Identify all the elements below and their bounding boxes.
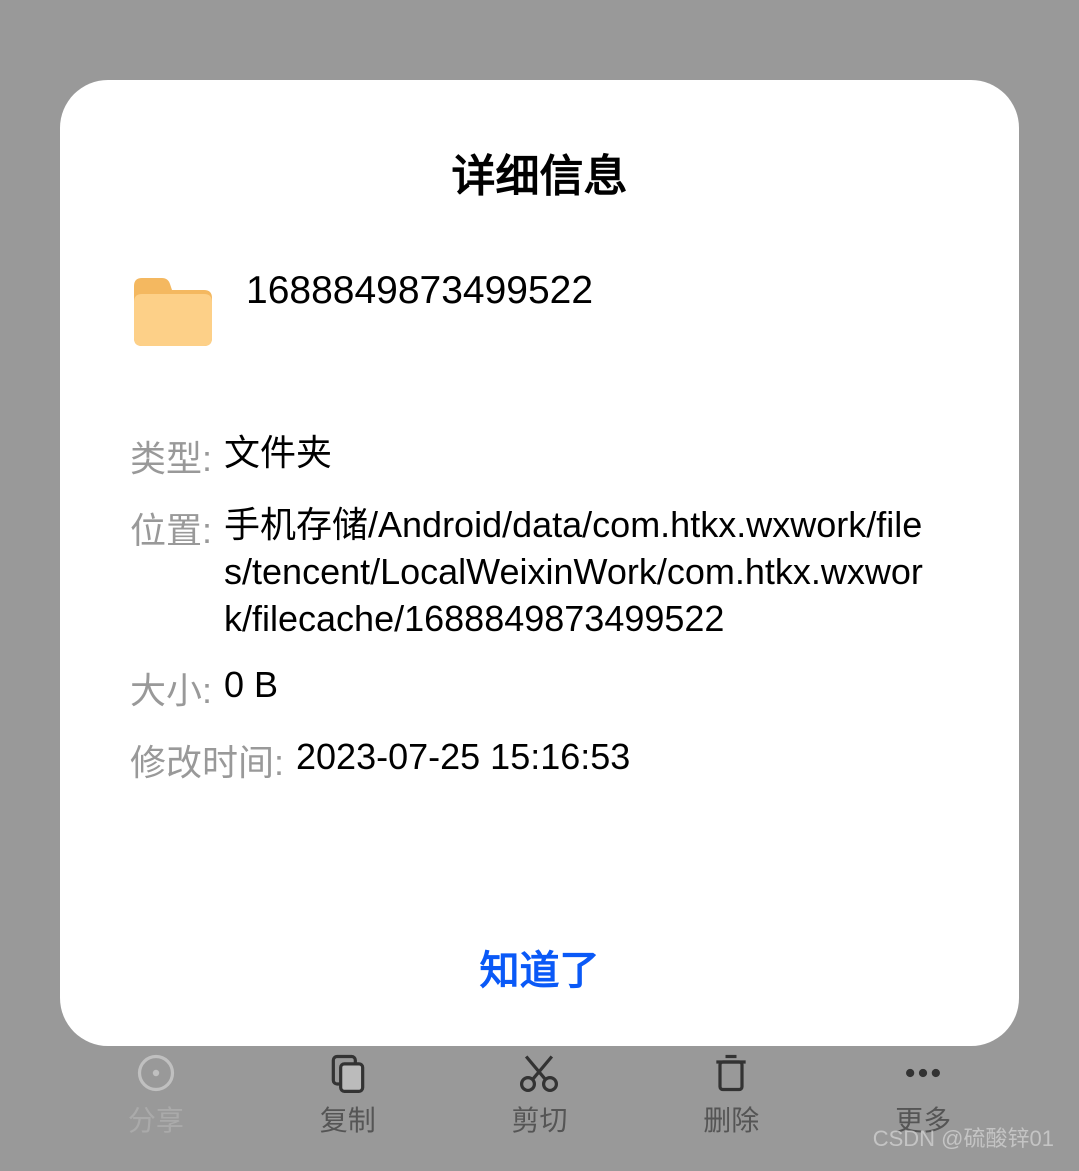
folder-icon — [130, 274, 216, 350]
more-icon — [899, 1055, 947, 1091]
toolbar-label: 复制 — [320, 1099, 376, 1139]
detail-value-modified: 2023-07-25 15:16:53 — [296, 734, 630, 781]
cut-button[interactable]: 剪切 — [511, 1055, 567, 1139]
copy-icon — [324, 1055, 372, 1091]
copy-button[interactable]: 复制 — [320, 1055, 376, 1139]
detail-row-type: 类型: 文件夹 — [130, 430, 949, 482]
watermark: CSDN @硫酸锌01 — [873, 1121, 1054, 1153]
scissors-icon — [515, 1055, 563, 1091]
details-dialog: 详细信息 1688849873499522 类型: 文件夹 位置: 手机存储/A… — [60, 80, 1019, 1046]
share-icon — [132, 1055, 180, 1091]
folder-header: 1688849873499522 — [130, 274, 949, 350]
detail-value-location: 手机存储/Android/data/com.htkx.wxwork/files/… — [224, 502, 949, 642]
detail-label-type: 类型: — [130, 430, 212, 482]
detail-row-modified: 修改时间: 2023-07-25 15:16:53 — [130, 734, 949, 786]
confirm-button[interactable]: 知道了 — [130, 918, 949, 1006]
trash-icon — [707, 1055, 755, 1091]
detail-row-size: 大小: 0 B — [130, 662, 949, 714]
detail-label-modified: 修改时间: — [130, 734, 284, 786]
toolbar-label: 分享 — [128, 1099, 184, 1139]
toolbar-label: 删除 — [703, 1099, 759, 1139]
folder-name: 1688849873499522 — [246, 266, 593, 317]
delete-button[interactable]: 删除 — [703, 1055, 759, 1139]
share-button[interactable]: 分享 — [128, 1055, 184, 1139]
detail-row-location: 位置: 手机存储/Android/data/com.htkx.wxwork/fi… — [130, 502, 949, 642]
detail-label-size: 大小: — [130, 662, 212, 714]
toolbar-label: 剪切 — [511, 1099, 567, 1139]
details-list: 类型: 文件夹 位置: 手机存储/Android/data/com.htkx.w… — [130, 430, 949, 918]
detail-value-size: 0 B — [224, 662, 278, 709]
dialog-title: 详细信息 — [130, 140, 949, 204]
detail-label-location: 位置: — [130, 502, 212, 554]
detail-value-type: 文件夹 — [224, 430, 332, 477]
